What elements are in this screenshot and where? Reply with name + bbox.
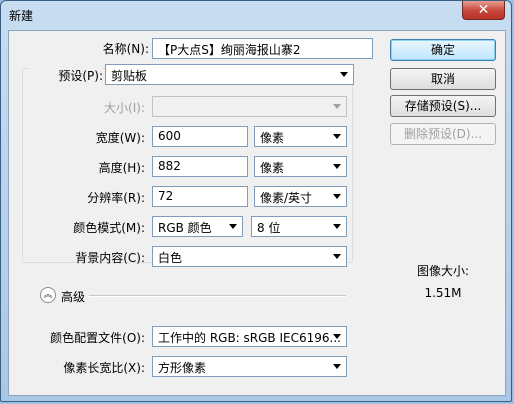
size-label: 大小(I): xyxy=(104,101,145,115)
width-label: 宽度(W): xyxy=(95,131,145,145)
advanced-toggle-button[interactable]: ︽ xyxy=(40,287,56,303)
name-input[interactable]: 【P大点S】绚丽海报山寨2 xyxy=(152,38,373,59)
height-label: 高度(H): xyxy=(98,161,145,175)
bit-depth-select[interactable]: 8 位 xyxy=(251,216,347,237)
close-button[interactable]: ✕ xyxy=(462,1,505,20)
height-unit-value: 像素 xyxy=(260,161,285,175)
chevron-down-icon xyxy=(333,334,341,339)
delete-preset-button: 删除预设(D)... xyxy=(390,123,496,145)
width-input[interactable]: 600 xyxy=(152,126,248,147)
close-icon: ✕ xyxy=(477,2,490,18)
chevron-down-icon xyxy=(333,164,341,169)
width-unit-value: 像素 xyxy=(260,131,285,145)
height-input[interactable]: 882 xyxy=(152,156,248,177)
resolution-label: 分辨率(R): xyxy=(87,191,145,205)
preset-label: 预设(P): xyxy=(29,67,103,84)
background-label: 背景内容(C): xyxy=(75,251,145,265)
window-title: 新建 xyxy=(9,9,34,23)
image-size-label: 图像大小: xyxy=(416,264,470,278)
color-profile-label: 颜色配置文件(O): xyxy=(50,331,145,345)
cancel-button[interactable]: 取消 xyxy=(390,68,496,90)
advanced-divider xyxy=(89,295,346,297)
preset-select[interactable]: 剪贴板 xyxy=(105,64,354,85)
color-mode-label: 颜色模式(M): xyxy=(73,221,145,235)
color-profile-select[interactable]: 工作中的 RGB: sRGB IEC6196... xyxy=(152,326,347,347)
dialog-body: 名称(N): 【P大点S】绚丽海报山寨2 预设(P): 剪贴板 大小(I): 宽… xyxy=(8,30,506,396)
advanced-label: 高级 xyxy=(61,290,86,304)
chevron-down-icon xyxy=(333,364,341,369)
chevron-down-icon xyxy=(229,224,237,229)
chevron-down-icon xyxy=(333,254,341,259)
pixel-aspect-value: 方形像素 xyxy=(158,361,207,375)
save-preset-button[interactable]: 存储预设(S)... xyxy=(390,95,496,117)
height-unit-select[interactable]: 像素 xyxy=(254,156,347,177)
name-label: 名称(N): xyxy=(102,42,149,56)
resolution-unit-value: 像素/英寸 xyxy=(260,191,313,205)
bit-depth-value: 8 位 xyxy=(257,221,281,235)
size-select xyxy=(152,96,347,117)
chevron-up-double-icon: ︽ xyxy=(43,290,53,300)
preset-value: 剪贴板 xyxy=(111,69,148,83)
chevron-down-icon xyxy=(333,104,341,109)
chevron-down-icon xyxy=(333,134,341,139)
chevron-down-icon xyxy=(340,72,348,77)
chevron-down-icon xyxy=(333,224,341,229)
background-select[interactable]: 白色 xyxy=(152,246,347,267)
pixel-aspect-label: 像素长宽比(X): xyxy=(63,361,145,375)
chevron-down-icon xyxy=(333,194,341,199)
resolution-input[interactable]: 72 xyxy=(152,186,248,207)
ok-button[interactable]: 确定 xyxy=(390,39,496,61)
color-mode-value: RGB 颜色 xyxy=(158,221,212,235)
resolution-unit-select[interactable]: 像素/英寸 xyxy=(254,186,347,207)
color-profile-value: 工作中的 RGB: sRGB IEC6196... xyxy=(158,331,341,345)
pixel-aspect-select[interactable]: 方形像素 xyxy=(152,356,347,377)
width-unit-select[interactable]: 像素 xyxy=(254,126,347,147)
new-document-dialog: 新建 ✕ 名称(N): 【P大点S】绚丽海报山寨2 预设(P): 剪贴板 大小(… xyxy=(0,0,512,402)
image-size-value: 1.51M xyxy=(424,286,462,300)
background-value: 白色 xyxy=(158,251,183,265)
color-mode-select[interactable]: RGB 颜色 xyxy=(152,216,243,237)
